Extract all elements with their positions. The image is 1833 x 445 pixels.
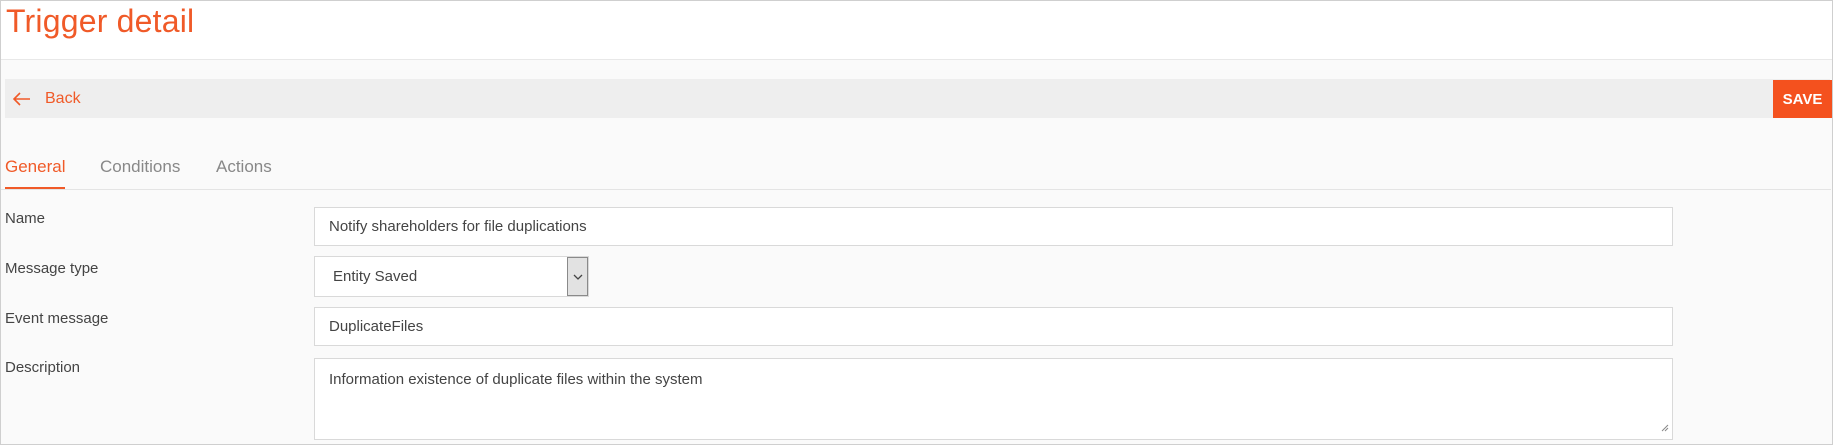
name-field[interactable]: Notify shareholders for file duplication… <box>314 207 1673 246</box>
description-text: Information existence of duplicate files… <box>329 371 703 388</box>
description-field[interactable]: Information existence of duplicate files… <box>314 358 1673 440</box>
tab-conditions[interactable]: Conditions <box>100 157 180 187</box>
toolbar: Back <box>5 79 1830 118</box>
chevron-down-icon[interactable] <box>567 257 588 296</box>
description-label: Description <box>5 359 81 376</box>
page-header: Trigger detail <box>1 1 1832 60</box>
message-type-label: Message type <box>5 260 99 277</box>
resize-grip-icon[interactable] <box>1660 419 1669 436</box>
name-label: Name <box>5 210 46 227</box>
message-type-select[interactable]: Entity Saved <box>314 256 589 297</box>
back-button[interactable]: Back <box>13 79 81 118</box>
message-type-value: Entity Saved <box>333 268 418 285</box>
event-message-field[interactable]: DuplicateFiles <box>314 307 1673 346</box>
back-label: Back <box>45 89 81 107</box>
tab-actions[interactable]: Actions <box>216 157 272 187</box>
save-button[interactable]: SAVE <box>1773 80 1832 118</box>
arrow-left-icon <box>13 91 31 106</box>
tab-general[interactable]: General <box>5 157 66 189</box>
page-title: Trigger detail <box>6 3 195 39</box>
event-message-label: Event message <box>5 310 109 327</box>
tab-bar: General Conditions Actions <box>1 150 1831 190</box>
